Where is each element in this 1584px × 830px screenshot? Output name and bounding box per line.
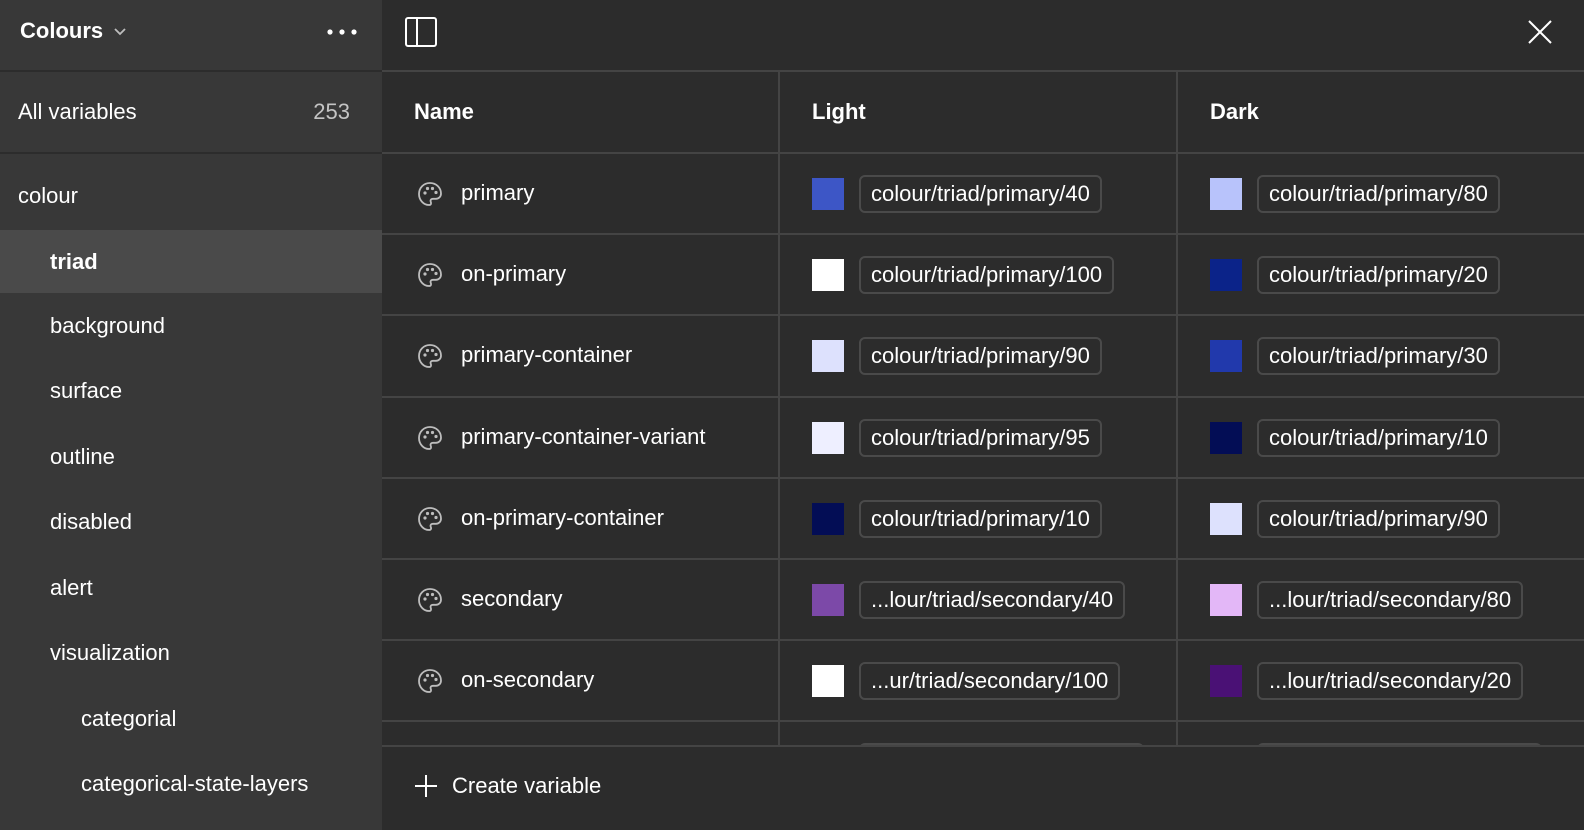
- variable-name[interactable]: on-secondary: [461, 667, 594, 693]
- variable-name[interactable]: on-primary: [461, 261, 566, 287]
- sidebar-item-alert[interactable]: alert: [0, 555, 382, 621]
- toolbar: [382, 0, 1584, 72]
- palette-icon: [416, 342, 444, 370]
- light-color-swatch[interactable]: [812, 665, 844, 698]
- dark-color-swatch[interactable]: [1210, 340, 1242, 373]
- create-variable-button[interactable]: Create variable: [414, 773, 601, 799]
- light-color-swatch[interactable]: [812, 259, 844, 292]
- sidebar-item-label: categorial: [81, 705, 177, 731]
- palette-icon: [416, 261, 444, 289]
- variable-name[interactable]: secondary: [461, 586, 563, 612]
- sidebar-item-label: outline: [50, 443, 115, 469]
- dark-value-chip[interactable]: ...lour/triad/secondary/20: [1257, 662, 1524, 701]
- table-header: Name Light Dark: [382, 72, 1584, 154]
- dark-color-swatch[interactable]: [1210, 259, 1242, 292]
- light-value-chip[interactable]: colour/triad/primary/90: [859, 337, 1102, 376]
- dark-color-swatch[interactable]: [1210, 421, 1242, 454]
- dark-value-chip[interactable]: colour/triad/primary/20: [1257, 256, 1500, 295]
- variable-name[interactable]: primary-container-variant: [461, 424, 706, 450]
- light-value-chip[interactable]: colour/triad/primary/95: [859, 418, 1102, 457]
- sidebar-item-colour[interactable]: colour: [0, 162, 382, 230]
- light-value-chip[interactable]: colour/triad/primary/100: [859, 256, 1115, 295]
- palette-icon: [416, 667, 444, 695]
- table-row-partial: [382, 722, 1584, 745]
- light-value-chip[interactable]: colour/triad/primary/40: [859, 175, 1102, 213]
- dark-color-swatch[interactable]: [1210, 665, 1242, 698]
- sidebar-header: Colours: [0, 0, 382, 72]
- all-variables-label: All variables: [18, 99, 137, 124]
- light-color-swatch[interactable]: [812, 340, 844, 373]
- light-value-chip[interactable]: ...lour/triad/secondary/40: [859, 580, 1126, 619]
- sidebar-item-label: alert: [50, 574, 93, 600]
- variable-name[interactable]: primary: [461, 180, 534, 206]
- sidebar-item-disabled[interactable]: disabled: [0, 490, 382, 556]
- variable-name[interactable]: primary-container: [461, 342, 632, 368]
- variables-table: Name Light Dark primary colour/triad/prim…: [382, 72, 1584, 745]
- column-header-dark[interactable]: Dark: [1210, 99, 1259, 125]
- palette-icon: [416, 586, 444, 614]
- sidebar-item-triad[interactable]: triad: [0, 230, 382, 293]
- close-icon[interactable]: [1526, 18, 1554, 46]
- sidebar-item-background[interactable]: background: [0, 293, 382, 359]
- create-variable-label: Create variable: [452, 773, 602, 798]
- sidebar-toggle-icon[interactable]: [404, 16, 438, 48]
- sidebar-item-label: surface: [50, 378, 123, 404]
- dark-color-swatch[interactable]: [1210, 502, 1242, 535]
- footer: Create variable: [382, 745, 1584, 830]
- sidebar-item-label: triad: [50, 248, 98, 274]
- sidebar-item-label: colour: [18, 183, 78, 208]
- palette-icon: [416, 424, 444, 452]
- sidebar-item-label: visualization: [50, 640, 170, 666]
- light-color-swatch[interactable]: [812, 583, 844, 616]
- sidebar-item-categorial[interactable]: categorial: [0, 686, 382, 752]
- variables-main: Name Light Dark primary colour/triad/prim…: [382, 0, 1584, 830]
- column-header-name: Name: [414, 99, 474, 124]
- light-value-chip[interactable]: colour/triad/primary/10: [859, 499, 1102, 538]
- sidebar-item-visualization[interactable]: visualization: [0, 621, 382, 687]
- sidebar-item-label: background: [50, 312, 165, 338]
- table-row[interactable]: on-secondary ...ur/triad/secondary/100...…: [382, 641, 1584, 723]
- column-header-light[interactable]: Light: [812, 99, 866, 125]
- variable-name[interactable]: on-primary-container: [461, 505, 664, 531]
- light-value-chip[interactable]: ...ur/triad/secondary/100: [859, 662, 1121, 701]
- dark-value-chip[interactable]: colour/triad/primary/30: [1257, 337, 1500, 376]
- dark-value-chip[interactable]: ...lour/triad/secondary/80: [1257, 580, 1524, 619]
- dark-color-swatch[interactable]: [1210, 178, 1242, 210]
- dark-color-swatch[interactable]: [1210, 583, 1242, 616]
- dark-value-chip[interactable]: colour/triad/primary/80: [1257, 175, 1500, 213]
- table-row[interactable]: on-primary-container colour/triad/primary…: [382, 479, 1584, 560]
- sidebar-item-surface[interactable]: surface: [0, 359, 382, 425]
- all-variables-item[interactable]: All variables 253: [0, 72, 382, 154]
- table-row[interactable]: primary-container colour/triad/primary/90…: [382, 316, 1584, 398]
- table-row[interactable]: secondary ...lour/triad/secondary/40 ...lo…: [382, 560, 1584, 642]
- light-color-swatch[interactable]: [812, 178, 844, 210]
- chevron-down-icon: [114, 28, 126, 36]
- more-horizontal-icon[interactable]: [322, 22, 362, 42]
- palette-icon: [416, 505, 444, 533]
- table-row[interactable]: primary colour/triad/primary/40 colour/tri…: [382, 154, 1584, 236]
- all-variables-count: 253: [313, 99, 350, 124]
- dark-value-chip[interactable]: colour/triad/primary/10: [1257, 418, 1500, 457]
- collection-title: Colours: [20, 18, 104, 43]
- table-row[interactable]: on-primary colour/triad/primary/100 colour…: [382, 235, 1584, 317]
- collection-switcher[interactable]: Colours: [20, 18, 127, 44]
- light-color-swatch[interactable]: [812, 502, 844, 535]
- dark-value-chip[interactable]: colour/triad/primary/90: [1257, 499, 1500, 538]
- group-tree: colour triad background surface outline …: [0, 154, 382, 817]
- sidebar-item-outline[interactable]: outline: [0, 424, 382, 490]
- plus-icon: [415, 775, 437, 797]
- table-row[interactable]: primary-container-variant colour/triad/pr…: [382, 398, 1584, 479]
- light-color-swatch[interactable]: [812, 421, 844, 454]
- sidebar-item-label: categorical-state-layers: [81, 771, 309, 797]
- palette-icon: [416, 180, 444, 208]
- table-body: primary colour/triad/primary/40 colour/tri…: [382, 154, 1584, 745]
- sidebar-item-label: disabled: [50, 509, 132, 535]
- sidebar: Colours All variables 253 colour triad b…: [0, 0, 382, 830]
- sidebar-item-categorical-state-layers[interactable]: categorical-state-layers: [0, 752, 382, 818]
